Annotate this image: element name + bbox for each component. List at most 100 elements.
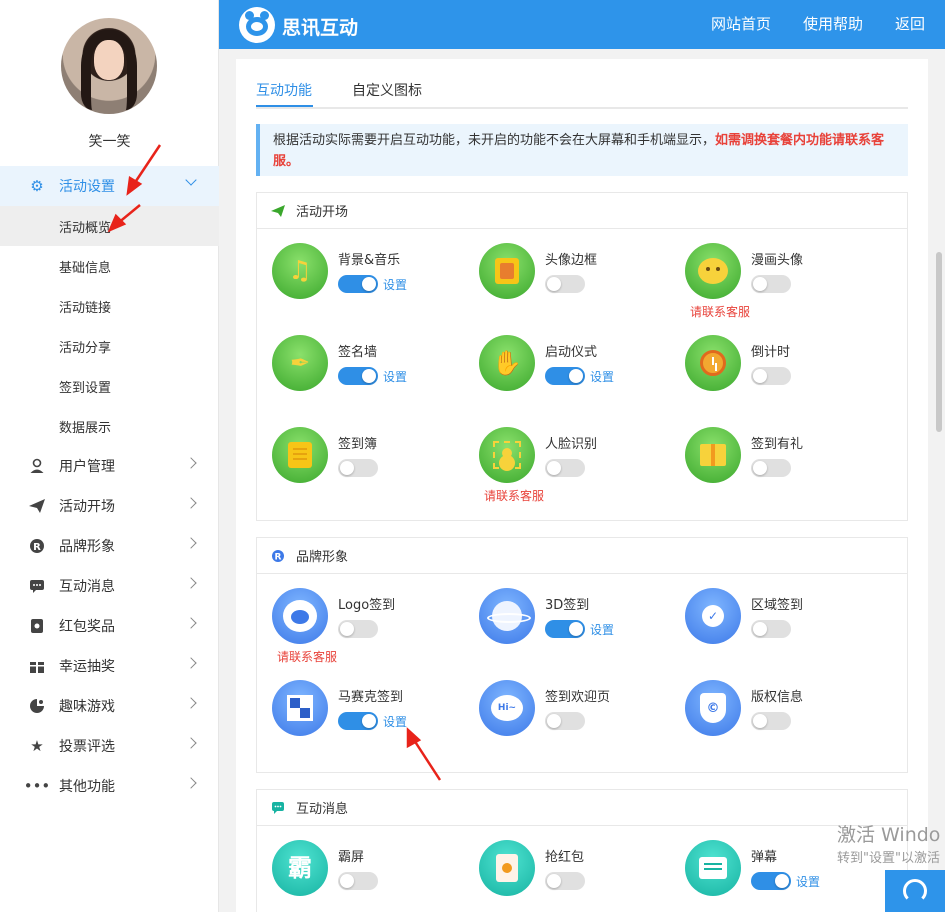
feature-signature-wall: ✒ 签名墙 设置 [272, 335, 472, 415]
tab-custom-icons[interactable]: 自定义图标 [352, 80, 422, 100]
feature-name: 霸屏 [338, 850, 365, 865]
copyright-shield-icon: © [685, 680, 741, 736]
top-header: 思讯互动 网站首页 使用帮助 返回 [219, 0, 945, 49]
feature-toggle[interactable] [751, 367, 791, 385]
sidebar-item-activity-settings[interactable]: ⚙ 活动设置 [0, 166, 219, 206]
customer-support-button[interactable] [885, 870, 945, 912]
lottery-icon [27, 656, 47, 676]
svg-text:R: R [275, 552, 282, 562]
feature-toggle[interactable] [751, 620, 791, 638]
nav-back-link[interactable]: 返回 [895, 0, 925, 49]
sidebar-subitem-overview[interactable]: 活动概览 [0, 206, 219, 246]
ba-glyph: 霸 [288, 854, 312, 882]
feature-name: 签到欢迎页 [545, 690, 611, 705]
sidebar-item-games[interactable]: 趣味游戏 [0, 686, 219, 726]
tab-active-indicator [256, 105, 313, 107]
feature-name: 马赛克签到 [338, 690, 404, 705]
feature-setting-link[interactable]: 设置 [383, 276, 407, 293]
bear-logo-icon [272, 588, 328, 644]
sidebar-subitem-data-display[interactable]: 数据展示 [0, 406, 219, 446]
sidebar-item-red-packet[interactable]: 红包奖品 [0, 606, 219, 646]
feature-background-music: ♫ 背景&音乐 设置 [272, 243, 472, 323]
feature-toggle[interactable] [751, 275, 791, 293]
feature-toggle[interactable] [338, 275, 378, 293]
red-packet-icon [27, 616, 47, 636]
chat-icon [270, 800, 286, 816]
contact-support-link[interactable]: 请联系客服 [690, 303, 750, 320]
headphones-icon: ♫ [272, 243, 328, 299]
sidebar-menu: ⚙ 活动设置 活动概览 基础信息 活动链接 活动分享 签到设置 数据展示 用户管… [0, 166, 219, 806]
vertical-scrollbar[interactable] [936, 252, 942, 432]
nav-help-link[interactable]: 使用帮助 [803, 0, 863, 49]
feature-setting-link[interactable]: 设置 [590, 368, 614, 385]
sidebar-item-user-manage[interactable]: 用户管理 [0, 446, 219, 486]
feature-toggle[interactable] [338, 620, 378, 638]
chat-icon [27, 576, 47, 596]
chevron-right-icon [185, 657, 197, 669]
sidebar-item-opening[interactable]: 活动开场 [0, 486, 219, 526]
chevron-right-icon [185, 737, 197, 749]
contact-support-link[interactable]: 请联系客服 [484, 487, 544, 504]
contact-support-link[interactable]: 请联系客服 [277, 648, 337, 665]
screen-icon [685, 840, 741, 896]
feature-setting-link[interactable]: 设置 [796, 873, 820, 890]
feature-launch-ceremony: ✋ 启动仪式 设置 [479, 335, 679, 415]
feature-face-recognition: 人脸识别 请联系客服 [479, 427, 679, 507]
sidebar-item-label: 趣味游戏 [59, 699, 115, 715]
sidebar: 笑一笑 ⚙ 活动设置 活动概览 基础信息 活动链接 活动分享 签到设置 数据展示… [0, 0, 219, 912]
feature-toggle[interactable] [338, 872, 378, 890]
feature-toggle[interactable] [338, 367, 378, 385]
hand-icon: ✋ [479, 335, 535, 391]
feature-toggle[interactable] [545, 872, 585, 890]
notice-banner: 根据活动实际需要开启互动功能，未开启的功能不会在大屏幕和手机端显示，如需调换套餐… [256, 124, 908, 176]
feature-toggle[interactable] [338, 712, 378, 730]
feature-name: 3D签到 [545, 598, 590, 613]
sidebar-subitem-checkin-settings[interactable]: 签到设置 [0, 366, 219, 406]
clock-icon [685, 335, 741, 391]
feature-toggle[interactable] [545, 620, 585, 638]
section-header: 互动消息 [257, 790, 907, 826]
feature-toggle[interactable] [545, 459, 585, 477]
feature-name: 版权信息 [751, 690, 804, 705]
feature-setting-link[interactable]: 设置 [590, 621, 614, 638]
sidebar-item-voting[interactable]: ★ 投票评选 [0, 726, 219, 766]
hand-glyph: ✋ [492, 349, 522, 377]
sidebar-item-label: 其他功能 [59, 779, 115, 795]
feature-toggle[interactable] [338, 459, 378, 477]
section-opening: 活动开场 ♫ 背景&音乐 设置 头像边框 漫画头像 请联系客服 ✒ 签名墙 设置… [256, 192, 908, 521]
nav-home-link[interactable]: 网站首页 [711, 0, 771, 49]
sidebar-item-other[interactable]: ••• 其他功能 [0, 766, 219, 806]
feature-name: 区域签到 [751, 598, 804, 613]
check-glyph: ✓ [702, 605, 724, 627]
feature-toggle[interactable] [545, 712, 585, 730]
sidebar-subitem-links[interactable]: 活动链接 [0, 286, 219, 326]
sidebar-item-brand[interactable]: R 品牌形象 [0, 526, 219, 566]
sidebar-item-lottery[interactable]: 幸运抽奖 [0, 646, 219, 686]
sidebar-subitem-share[interactable]: 活动分享 [0, 326, 219, 366]
tab-interactive-features[interactable]: 互动功能 [256, 80, 312, 100]
envelope-icon [479, 840, 535, 896]
feature-toggle[interactable] [751, 459, 791, 477]
feature-toggle[interactable] [751, 712, 791, 730]
brand-logo-icon[interactable] [239, 7, 275, 43]
brand-r-icon: R [27, 536, 47, 556]
feature-3d-checkin: 3D签到 设置 [479, 588, 679, 668]
feature-avatar-frame: 头像边框 [479, 243, 679, 323]
music-glyph: ♫ [288, 256, 312, 286]
feature-toggle[interactable] [545, 367, 585, 385]
chevron-right-icon [185, 537, 197, 549]
chevron-right-icon [185, 497, 197, 509]
avatar[interactable] [61, 18, 157, 114]
feature-setting-link[interactable]: 设置 [383, 368, 407, 385]
chevron-up-icon [185, 174, 197, 186]
feature-setting-link[interactable]: 设置 [383, 713, 407, 730]
hi-glyph: Hi~ [491, 695, 523, 721]
feature-toggle[interactable] [751, 872, 791, 890]
feature-copyright-info: © 版权信息 [685, 680, 885, 760]
feature-toggle[interactable] [545, 275, 585, 293]
sidebar-subitem-basic-info[interactable]: 基础信息 [0, 246, 219, 286]
feature-checkin-book: 签到簿 [272, 427, 472, 507]
sidebar-item-messages[interactable]: 互动消息 [0, 566, 219, 606]
quill-glyph: ✒ [289, 349, 311, 377]
tab-bar: 互动功能 自定义图标 [256, 59, 908, 109]
